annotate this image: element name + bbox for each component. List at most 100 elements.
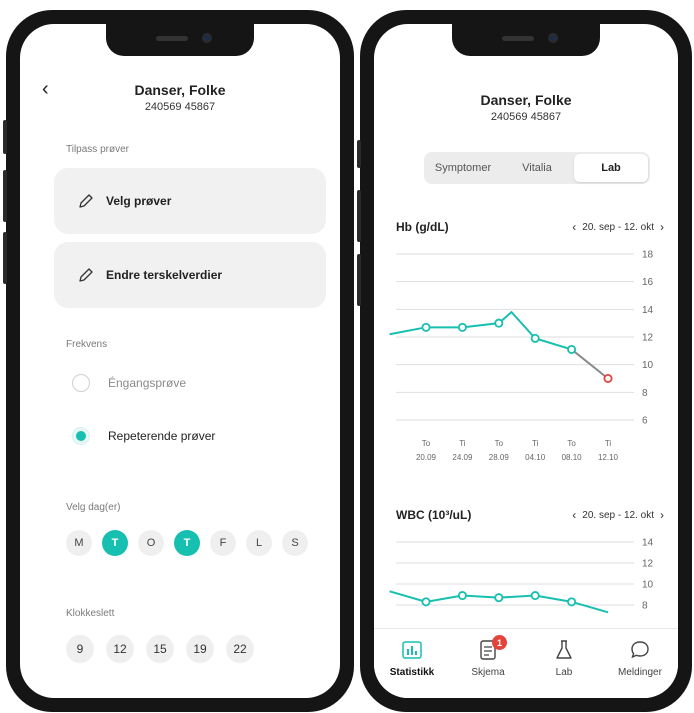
x-tick-day: To <box>422 439 431 448</box>
customize-tests-label: Tilpass prøver <box>66 144 129 155</box>
x-tick-day: Ti <box>605 439 612 448</box>
y-tick-label: 12 <box>642 333 654 344</box>
change-thresholds-button[interactable]: Endre terskelverdier <box>54 242 326 308</box>
time-chip[interactable]: 12 <box>106 635 134 663</box>
bar-chart-icon <box>402 641 422 659</box>
prev-range-icon[interactable]: ‹ <box>572 220 576 234</box>
y-tick-label: 10 <box>642 360 654 371</box>
time-chip[interactable]: 15 <box>146 635 174 663</box>
pencil-icon <box>79 268 93 282</box>
data-point <box>530 591 540 601</box>
data-point <box>457 591 467 601</box>
day-chip-tuesday[interactable]: T <box>102 530 128 556</box>
nav-label: Meldinger <box>618 667 662 678</box>
nav-label: Statistikk <box>389 667 435 678</box>
frequency-label: Frekvens <box>66 339 108 350</box>
hb-date-range: 20. sep - 12. okt <box>582 221 654 233</box>
x-tick-date: 28.09 <box>489 453 510 462</box>
y-tick-label: 8 <box>642 601 648 612</box>
x-tick-day: Ti <box>459 439 466 448</box>
nav-statistikk[interactable]: Statistikk <box>382 639 442 698</box>
patient-id: 240569 45867 <box>144 101 216 113</box>
x-tick-date: 12.10 <box>598 453 619 462</box>
series-line <box>389 310 572 351</box>
phone-notch <box>452 24 600 56</box>
tab-symptomer[interactable]: Symptomer <box>426 154 500 182</box>
next-range-icon[interactable]: › <box>660 508 664 522</box>
right-screen: Danser, Folke 240569 45867 Symptomer Vit… <box>374 24 678 698</box>
nav-skjema[interactable]: 1 Skjema <box>458 635 518 698</box>
x-tick-day: To <box>495 439 504 448</box>
phone-side-button <box>357 140 361 168</box>
nav-lab[interactable]: Lab <box>534 639 594 698</box>
patient-name: Danser, Folke <box>480 92 572 108</box>
phone-side-button <box>357 254 361 306</box>
hb-date-nav: ‹ 20. sep - 12. okt › <box>572 220 664 234</box>
tab-lab[interactable]: Lab <box>574 154 648 182</box>
day-chip-friday[interactable]: F <box>210 530 236 556</box>
patient-id: 240569 45867 <box>490 111 562 123</box>
phone-notch <box>106 24 254 56</box>
wbc-chart-title: WBC (10³/uL) <box>396 508 472 522</box>
nav-meldinger[interactable]: Meldinger <box>610 639 670 698</box>
x-tick-day: Ti <box>532 439 539 448</box>
x-tick-date: 04.10 <box>525 453 546 462</box>
phone-right-frame: Danser, Folke 240569 45867 Symptomer Vit… <box>357 10 692 712</box>
data-point <box>421 322 431 332</box>
data-point <box>530 333 540 343</box>
data-point <box>457 322 467 332</box>
nav-label: Lab <box>555 667 573 678</box>
left-screen: ‹ Danser, Folke 240569 45867 Tilpass prø… <box>20 24 340 698</box>
chat-bubble-icon <box>631 641 649 659</box>
y-tick-label: 14 <box>642 538 654 549</box>
hb-chart: 6 8 10 12 14 16 18 To 20.09 Ti 24.09 To 28.09 Ti 04.10… <box>389 250 654 462</box>
flask-icon <box>556 640 572 659</box>
camera-icon <box>548 33 558 43</box>
prev-range-icon[interactable]: ‹ <box>572 508 576 522</box>
day-chip-saturday[interactable]: L <box>246 530 272 556</box>
frequency-option-single[interactable]: Éngangsprøve <box>72 374 186 392</box>
phone-side-button <box>357 190 361 242</box>
tab-vitalia[interactable]: Vitalia <box>500 154 574 182</box>
data-point <box>494 593 504 603</box>
frequency-option-label: Repeterende prøver <box>108 429 216 443</box>
y-tick-label: 6 <box>642 416 648 427</box>
phone-side-button <box>3 120 7 154</box>
time-chip[interactable]: 9 <box>66 635 94 663</box>
day-chip-sunday[interactable]: S <box>282 530 308 556</box>
y-tick-label: 8 <box>642 388 648 399</box>
frequency-option-repeating[interactable]: Repeterende prøver <box>72 427 215 445</box>
category-tabs: Symptomer Vitalia Lab <box>424 152 650 184</box>
time-selector: 9 12 15 19 22 <box>66 635 254 663</box>
data-point <box>567 344 577 354</box>
nav-label: Skjema <box>471 667 505 678</box>
radio-button-selected[interactable] <box>72 427 90 445</box>
select-tests-button[interactable]: Velg prøver <box>54 168 326 234</box>
change-thresholds-label: Endre terskelverdier <box>106 268 223 282</box>
data-point <box>494 318 504 328</box>
pencil-icon <box>79 194 93 208</box>
data-point <box>421 597 431 607</box>
day-chip-thursday[interactable]: T <box>174 530 200 556</box>
wbc-date-range: 20. sep - 12. okt <box>582 509 654 521</box>
day-chip-monday[interactable]: M <box>66 530 92 556</box>
day-chip-wednesday[interactable]: O <box>138 530 164 556</box>
time-chip[interactable]: 19 <box>186 635 214 663</box>
wbc-date-nav: ‹ 20. sep - 12. okt › <box>572 508 664 522</box>
day-selector: M T O T F L S <box>66 530 308 556</box>
phone-side-button <box>3 170 7 222</box>
y-tick-label: 18 <box>642 250 654 261</box>
time-chip[interactable]: 22 <box>226 635 254 663</box>
alert-data-point <box>603 373 613 383</box>
y-tick-label: 10 <box>642 580 654 591</box>
x-tick-day: To <box>567 439 576 448</box>
patient-name: Danser, Folke <box>134 82 226 98</box>
time-label: Klokkeslett <box>66 608 115 619</box>
radio-button[interactable] <box>72 374 90 392</box>
days-label: Velg dag(er) <box>66 502 121 513</box>
y-tick-label: 14 <box>642 305 654 316</box>
next-range-icon[interactable]: › <box>660 220 664 234</box>
data-point <box>567 597 577 607</box>
y-tick-label: 12 <box>642 559 654 570</box>
bottom-nav: Statistikk 1 Skjema Lab Meldinger <box>374 628 678 698</box>
